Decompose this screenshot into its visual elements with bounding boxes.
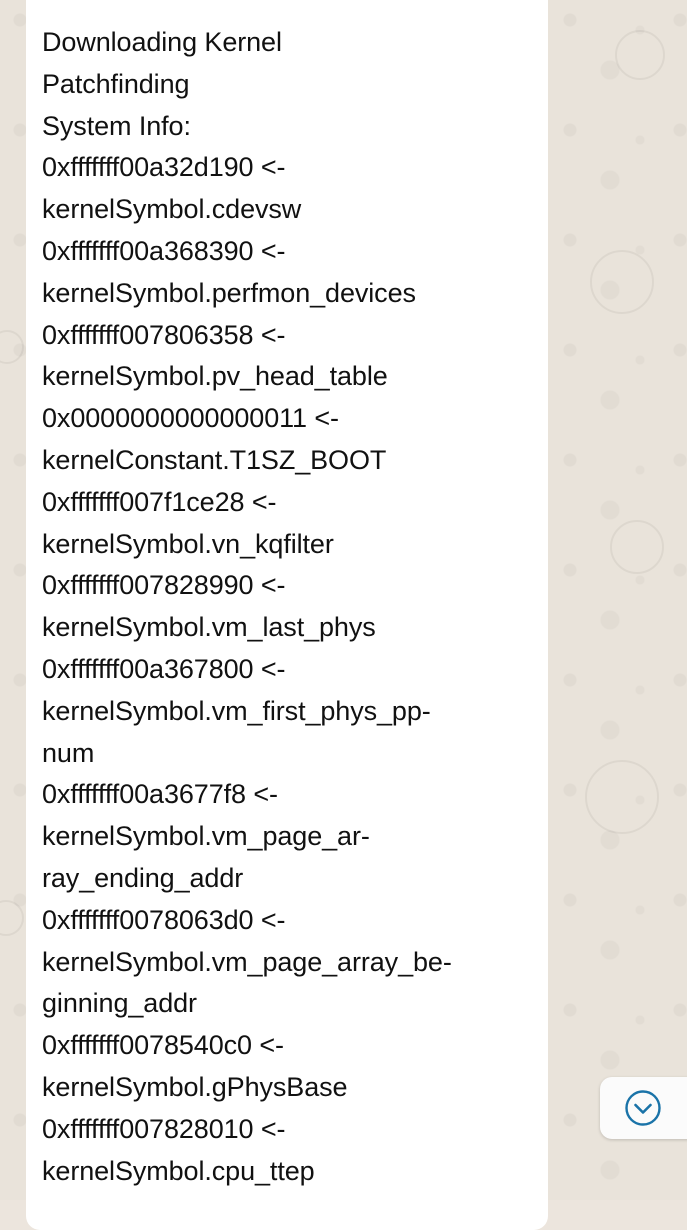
chevron-down-circle-icon bbox=[625, 1090, 661, 1126]
wallpaper-doodle bbox=[590, 250, 654, 314]
message-line: 0xfffffff00a32d190 <- bbox=[42, 152, 286, 183]
message-line: Patchfinding bbox=[42, 68, 190, 99]
message-line: kernelSymbol.vn_kqfilter bbox=[42, 528, 334, 559]
message-partial-line: ---- bbox=[42, 0, 78, 7]
message-line: System Info: bbox=[42, 110, 191, 141]
message-line: 0xfffffff00a367800 <- bbox=[42, 653, 286, 684]
wallpaper-doodle bbox=[615, 30, 665, 80]
wallpaper-doodle bbox=[610, 520, 664, 574]
message-line: kernelSymbol.cpu_ttep bbox=[42, 1155, 315, 1186]
message-line: 0xfffffff007f1ce28 <- bbox=[42, 486, 277, 517]
wallpaper-doodle bbox=[585, 760, 659, 834]
wallpaper-doodle bbox=[0, 900, 24, 936]
message-line: 0x0000000000000011 <- bbox=[42, 403, 339, 434]
message-line: 0xfffffff00a3677f8 <- bbox=[42, 779, 278, 810]
message-line: 0xfffffff007806358 <- bbox=[42, 319, 286, 350]
message-line: Downloading Kernel bbox=[42, 27, 282, 57]
message-line: 0xfffffff007828010 <- bbox=[42, 1113, 286, 1144]
message-line: kernelSymbol.perfmon_devices bbox=[42, 277, 416, 308]
message-line: num bbox=[42, 737, 95, 768]
wallpaper-doodle bbox=[0, 330, 24, 364]
message-line: kernelSymbol.vm_first_phys_pp- bbox=[42, 695, 431, 726]
message-line: kernelConstant.T1SZ_BOOT bbox=[42, 444, 387, 475]
message-line: 0xfffffff0078063d0 <- bbox=[42, 904, 286, 935]
scroll-to-bottom-button[interactable] bbox=[600, 1077, 687, 1139]
message-line: ginning_addr bbox=[42, 988, 197, 1019]
message-line: ray_ending_addr bbox=[42, 862, 244, 893]
message-line: 0xfffffff007828990 <- bbox=[42, 570, 286, 601]
message-line: kernelSymbol.vm_last_phys bbox=[42, 612, 376, 643]
message-line: 0xfffffff0078540c0 <- bbox=[42, 1030, 284, 1061]
message-line: kernelSymbol.cdevsw bbox=[42, 194, 302, 225]
message-line: kernelSymbol.gPhysBase bbox=[42, 1071, 348, 1102]
message-line: 0xfffffff00a368390 <- bbox=[42, 235, 286, 266]
message-line: kernelSymbol.pv_head_table bbox=[42, 361, 388, 392]
message-text: Downloading Kernel Patchfinding System I… bbox=[42, 22, 542, 1192]
message-line: kernelSymbol.vm_page_ar- bbox=[42, 821, 370, 852]
message-line: kernelSymbol.vm_page_array_be- bbox=[42, 946, 452, 977]
